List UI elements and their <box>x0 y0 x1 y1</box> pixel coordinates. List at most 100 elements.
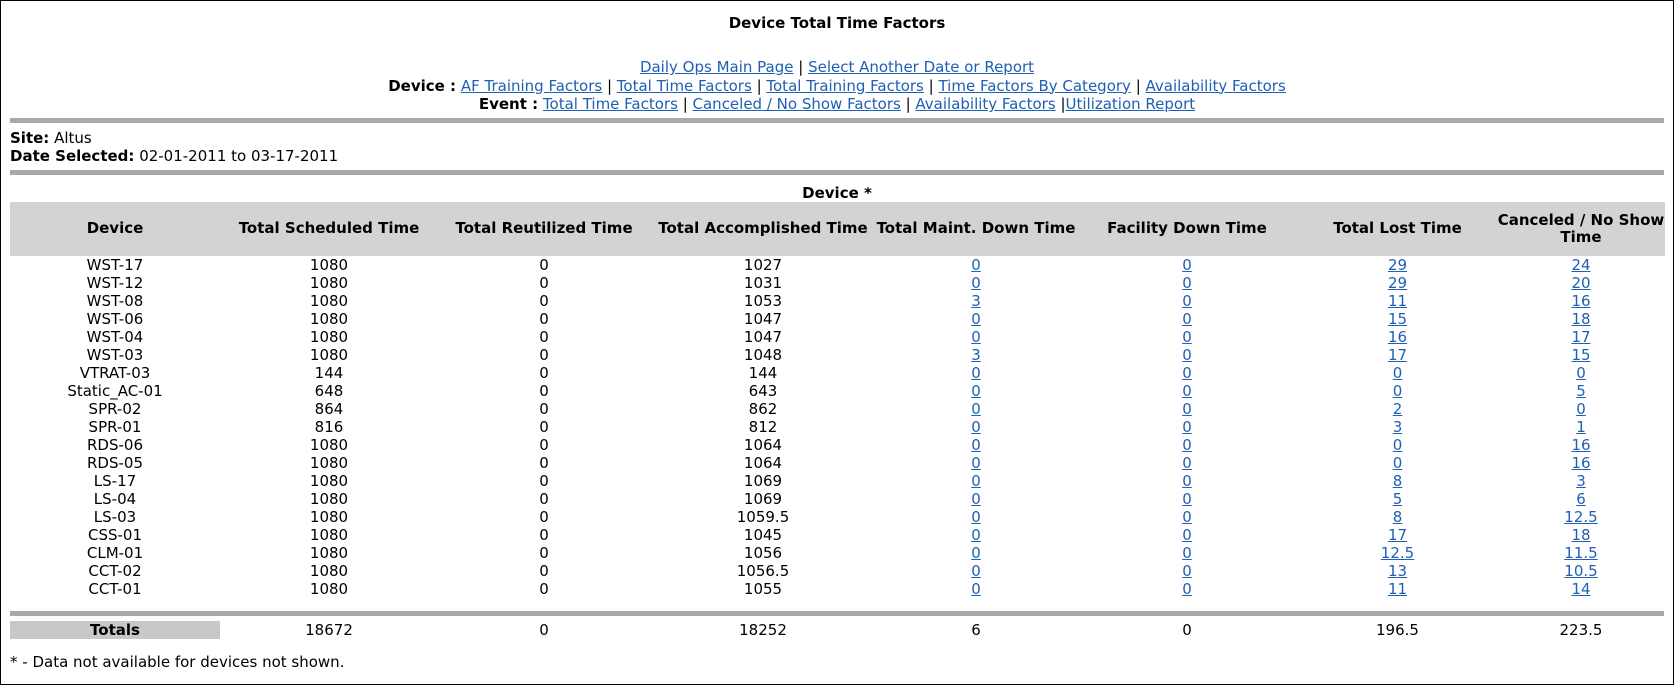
value-link[interactable]: 0 <box>971 382 981 400</box>
table-cell: 0 <box>1298 364 1497 382</box>
value-link[interactable]: 6 <box>1576 490 1586 508</box>
value-link[interactable]: 0 <box>1182 508 1192 526</box>
value-link[interactable]: 0 <box>971 310 981 328</box>
value-link[interactable]: 0 <box>971 580 981 598</box>
value-link[interactable]: 0 <box>1182 418 1192 436</box>
value-link[interactable]: 0 <box>971 328 981 346</box>
table-cell: 1069 <box>743 489 783 508</box>
value-link[interactable]: 0 <box>1182 274 1192 292</box>
value-link[interactable]: 0 <box>1182 454 1192 472</box>
event-canceled-no-show-factors-link[interactable]: Canceled / No Show Factors <box>693 95 901 113</box>
value-link[interactable]: 16 <box>1571 436 1590 454</box>
value-link[interactable]: 1 <box>1576 418 1586 436</box>
value-link[interactable]: 8 <box>1393 508 1403 526</box>
value-link[interactable]: 0 <box>1393 436 1403 454</box>
table-cell: 0 <box>1076 256 1298 274</box>
value-link[interactable]: 13 <box>1388 562 1407 580</box>
value-link[interactable]: 0 <box>971 364 981 382</box>
value-link[interactable]: 0 <box>1576 364 1586 382</box>
value-link[interactable]: 0 <box>1182 364 1192 382</box>
value-link[interactable]: 17 <box>1388 346 1407 364</box>
value-link[interactable]: 16 <box>1388 328 1407 346</box>
value-link[interactable]: 0 <box>1393 382 1403 400</box>
value-link[interactable]: 11.5 <box>1564 544 1597 562</box>
value-link[interactable]: 0 <box>971 472 981 490</box>
value-link[interactable]: 0 <box>1182 544 1192 562</box>
device-time-factors-by-category-link[interactable]: Time Factors By Category <box>938 77 1130 95</box>
value-link[interactable]: 0 <box>971 508 981 526</box>
value-link[interactable]: 15 <box>1388 310 1407 328</box>
table-cell: 14 <box>1497 580 1665 598</box>
value-link[interactable]: 0 <box>1182 490 1192 508</box>
value-link[interactable]: 3 <box>1393 418 1403 436</box>
value-link[interactable]: 0 <box>1393 364 1403 382</box>
table-cell: 10.5 <box>1497 562 1665 580</box>
value-link[interactable]: 17 <box>1571 328 1590 346</box>
value-link[interactable]: 17 <box>1388 526 1407 544</box>
table-cell: 5 <box>1497 382 1665 400</box>
value-link[interactable]: 0 <box>1182 382 1192 400</box>
value-link[interactable]: 10.5 <box>1564 562 1597 580</box>
value-link[interactable]: 0 <box>1182 436 1192 454</box>
value-link[interactable]: 3 <box>971 346 981 364</box>
value-link[interactable]: 18 <box>1571 310 1590 328</box>
value-link[interactable]: 0 <box>971 256 981 274</box>
value-link[interactable]: 0 <box>1182 472 1192 490</box>
value-link[interactable]: 0 <box>971 436 981 454</box>
value-link[interactable]: 0 <box>1182 346 1192 364</box>
table-cell: 0 <box>876 310 1076 328</box>
device-total-training-factors-link[interactable]: Total Training Factors <box>766 77 924 95</box>
value-link[interactable]: 15 <box>1571 346 1590 364</box>
value-link[interactable]: 0 <box>1182 292 1192 310</box>
device-af-training-factors-link[interactable]: AF Training Factors <box>461 77 602 95</box>
value-link[interactable]: 12.5 <box>1564 508 1597 526</box>
value-link[interactable]: 0 <box>1182 526 1192 544</box>
table-cell: 1080 <box>309 291 349 310</box>
value-link[interactable]: 20 <box>1571 274 1590 292</box>
value-link[interactable]: 16 <box>1571 454 1590 472</box>
value-link[interactable]: 0 <box>1182 562 1192 580</box>
value-link[interactable]: 29 <box>1388 256 1407 274</box>
value-link[interactable]: 12.5 <box>1381 544 1414 562</box>
value-link[interactable]: 0 <box>971 274 981 292</box>
value-link[interactable]: 0 <box>971 526 981 544</box>
value-link[interactable]: 0 <box>971 400 981 418</box>
value-link[interactable]: 18 <box>1571 526 1590 544</box>
value-link[interactable]: 0 <box>971 562 981 580</box>
device-availability-factors-link[interactable]: Availability Factors <box>1146 77 1286 95</box>
value-link[interactable]: 3 <box>1576 472 1586 490</box>
value-link[interactable]: 11 <box>1388 580 1407 598</box>
value-link[interactable]: 0 <box>1393 454 1403 472</box>
value-link[interactable]: 8 <box>1393 472 1403 490</box>
event-availability-factors-link[interactable]: Availability Factors <box>915 95 1055 113</box>
value-link[interactable]: 0 <box>1576 400 1586 418</box>
value-link[interactable]: 0 <box>1182 580 1192 598</box>
event-total-time-factors-link[interactable]: Total Time Factors <box>543 95 678 113</box>
event-utilization-report-link[interactable]: Utilization Report <box>1066 95 1196 113</box>
value-link[interactable]: 11 <box>1388 292 1407 310</box>
table-cell: 0 <box>1076 544 1298 562</box>
value-link[interactable]: 5 <box>1393 490 1403 508</box>
value-link[interactable]: 0 <box>971 544 981 562</box>
table-cell: 0 <box>539 309 549 328</box>
value-link[interactable]: 3 <box>971 292 981 310</box>
value-link[interactable]: 29 <box>1388 274 1407 292</box>
value-link[interactable]: 5 <box>1576 382 1586 400</box>
value-link[interactable]: 0 <box>1182 310 1192 328</box>
table-row: Static_AC-01 648 0 643 0 0 0 5 <box>10 382 1665 400</box>
value-link[interactable]: 2 <box>1393 400 1403 418</box>
value-link[interactable]: 0 <box>971 418 981 436</box>
table-cell: 1080 <box>309 345 349 364</box>
value-link[interactable]: 16 <box>1571 292 1590 310</box>
table-cell: 0 <box>1076 418 1298 436</box>
device-total-time-factors-link[interactable]: Total Time Factors <box>617 77 752 95</box>
select-another-date-link[interactable]: Select Another Date or Report <box>808 58 1034 76</box>
value-link[interactable]: 14 <box>1571 580 1590 598</box>
value-link[interactable]: 0 <box>1182 400 1192 418</box>
value-link[interactable]: 0 <box>971 490 981 508</box>
value-link[interactable]: 0 <box>1182 256 1192 274</box>
value-link[interactable]: 24 <box>1571 256 1590 274</box>
value-link[interactable]: 0 <box>1182 328 1192 346</box>
value-link[interactable]: 0 <box>971 454 981 472</box>
daily-ops-main-link[interactable]: Daily Ops Main Page <box>640 58 794 76</box>
